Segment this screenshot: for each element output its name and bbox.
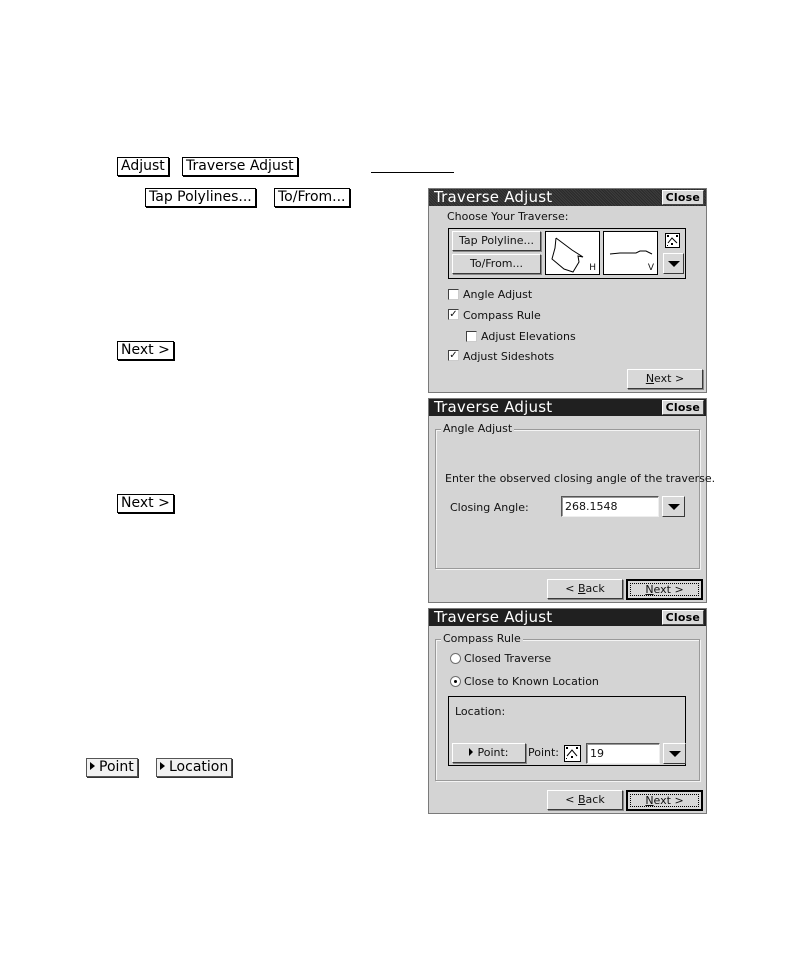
document-underline-rule	[371, 172, 454, 173]
tap-polylines-ref: Tap Polylines...	[145, 188, 256, 207]
point-ref: Point	[86, 758, 138, 777]
traverse-dropdown-button[interactable]	[663, 253, 684, 274]
back-prefix: <	[565, 793, 578, 806]
horizontal-preview: H	[545, 231, 600, 275]
location-ref: Location	[156, 758, 233, 777]
map-icon-glyph	[566, 747, 578, 759]
traverse-adjust-dialog-compass: Traverse Adjust Close Compass Rule Close…	[428, 608, 707, 814]
angle-adjust-group-label: Angle Adjust	[441, 422, 515, 435]
traverse-adjust-menu-ref: Traverse Adjust	[182, 157, 298, 176]
to-from-ref: To/From...	[274, 188, 350, 207]
compass-rule-checkbox[interactable]: ✓	[448, 309, 459, 320]
close-button[interactable]: Close	[661, 610, 704, 625]
adjust-sideshots-checkbox[interactable]: ✓	[448, 350, 459, 361]
dialog-title: Traverse Adjust	[434, 188, 553, 206]
right-triangle-icon	[90, 762, 95, 770]
chevron-down-icon	[667, 503, 680, 510]
closing-angle-dropdown[interactable]	[662, 496, 685, 517]
horizontal-tag: H	[589, 263, 596, 273]
vertical-tag: V	[647, 263, 654, 273]
next-ref-1: Next >	[117, 341, 174, 360]
right-triangle-icon	[469, 748, 474, 756]
next-mnemonic: N	[645, 372, 655, 385]
map-select-icon[interactable]	[564, 745, 581, 762]
radio-selected-dot	[454, 680, 457, 683]
point-button-label: Point:	[477, 746, 509, 759]
back-button[interactable]: < Back	[547, 579, 623, 599]
map-icon-glyph	[667, 235, 678, 246]
dialog-title: Traverse Adjust	[434, 608, 553, 626]
angle-adjust-label: Angle Adjust	[463, 288, 533, 301]
back-mnemonic: B	[578, 793, 586, 806]
map-select-icon[interactable]	[665, 233, 680, 248]
dialog-titlebar: Traverse Adjust Close	[429, 399, 706, 416]
closing-angle-label: Closing Angle:	[450, 501, 529, 514]
chevron-down-icon	[667, 260, 680, 267]
next-button[interactable]: Next >	[627, 369, 703, 389]
adjust-menu-ref: Adjust	[117, 157, 169, 176]
point-button[interactable]: Point:	[452, 743, 526, 763]
point-label: Point:	[528, 746, 560, 759]
close-button[interactable]: Close	[661, 400, 704, 415]
choose-traverse-label: Choose Your Traverse:	[447, 210, 569, 223]
adjust-elevations-checkbox[interactable]	[466, 331, 477, 342]
dialog-titlebar: Traverse Adjust Close	[429, 189, 706, 206]
right-triangle-icon	[160, 762, 165, 770]
compass-rule-label: Compass Rule	[463, 309, 541, 322]
chevron-down-icon	[668, 750, 681, 757]
compass-rule-group-label: Compass Rule	[441, 632, 523, 645]
dialog-titlebar: Traverse Adjust Close	[429, 609, 706, 626]
back-mnemonic: B	[578, 582, 586, 595]
adjust-sideshots-label: Adjust Sideshots	[463, 350, 555, 363]
adjust-elevations-label: Adjust Elevations	[481, 330, 576, 343]
vertical-preview: V	[603, 231, 658, 275]
traverse-adjust-dialog-angle: Traverse Adjust Close Angle Adjust Enter…	[428, 398, 715, 603]
angle-adjust-checkbox[interactable]	[448, 289, 459, 300]
point-ref-label: Point	[99, 759, 134, 775]
focus-rect	[630, 583, 699, 596]
location-label: Location:	[455, 705, 506, 718]
next-label: ext >	[654, 372, 685, 385]
back-label: ack	[585, 582, 605, 595]
back-label: ack	[585, 793, 605, 806]
focus-rect	[630, 794, 699, 807]
closed-traverse-radio[interactable]	[450, 653, 461, 664]
to-from-button[interactable]: To/From...	[452, 254, 541, 274]
back-prefix: <	[565, 582, 578, 595]
back-button[interactable]: < Back	[547, 790, 623, 810]
close-to-known-location-label: Close to Known Location	[464, 675, 599, 688]
closed-traverse-label: Closed Traverse	[464, 652, 552, 665]
closing-angle-input[interactable]: 268.1548	[561, 496, 659, 517]
tap-polyline-button[interactable]: Tap Polyline...	[452, 231, 541, 251]
point-dropdown[interactable]	[663, 743, 686, 764]
next-button[interactable]: Next >	[626, 579, 703, 600]
close-button[interactable]: Close	[661, 190, 704, 205]
dialog-title: Traverse Adjust	[434, 398, 553, 416]
next-button[interactable]: Next >	[626, 790, 703, 811]
closing-angle-instruction: Enter the observed closing angle of the …	[445, 472, 716, 485]
close-to-known-location-radio[interactable]	[450, 676, 461, 687]
traverse-adjust-dialog-choose: Traverse Adjust Close Choose Your Traver…	[428, 188, 707, 393]
next-ref-2: Next >	[117, 494, 174, 513]
point-input[interactable]: 19	[586, 743, 660, 764]
location-ref-label: Location	[169, 759, 229, 775]
